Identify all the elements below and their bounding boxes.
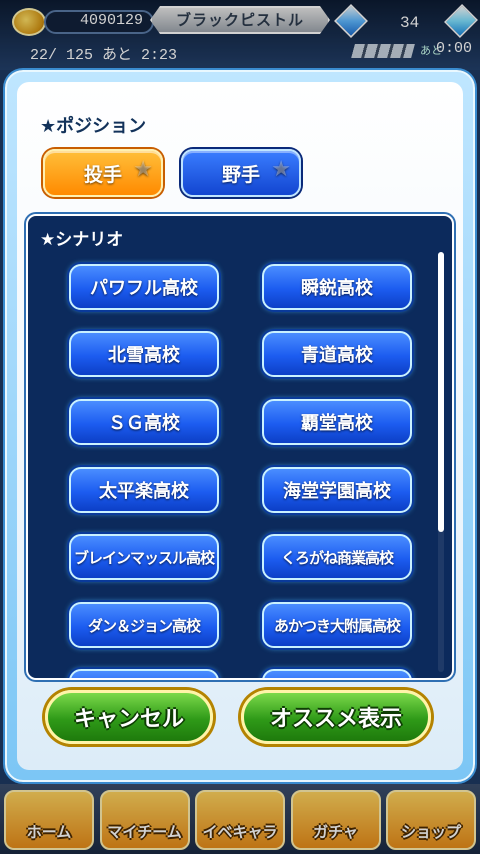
school-button[interactable]: 太平楽高校 bbox=[69, 467, 219, 513]
school-button-partial[interactable] bbox=[262, 669, 412, 678]
position-fielder-label: 野手 bbox=[221, 163, 260, 186]
school-button[interactable]: あかつき大附属高校 bbox=[262, 602, 412, 648]
school-button[interactable]: ダン＆ジョン高校 bbox=[69, 602, 219, 648]
star-icon: ★ bbox=[133, 157, 153, 182]
position-fielder-button[interactable]: 野手 ★ bbox=[181, 149, 301, 197]
position-pitcher-label: 投手 bbox=[83, 163, 122, 186]
school-button-partial[interactable] bbox=[69, 669, 219, 678]
scrollbar-thumb[interactable] bbox=[438, 252, 444, 532]
school-button[interactable]: ＳＧ高校 bbox=[69, 399, 219, 445]
star-icon: ★ bbox=[271, 157, 291, 182]
scenario-panel: ★シナリオ パワフル高校 瞬鋭高校 北雪高校 青道高校 ＳＧ高校 覇堂高校 太平… bbox=[26, 214, 454, 680]
position-section-title: ★ポジション bbox=[40, 116, 147, 137]
school-button[interactable]: 海堂学園高校 bbox=[262, 467, 412, 513]
school-button[interactable]: ブレインマッスル高校 bbox=[69, 534, 219, 580]
school-button[interactable]: くろがね商業高校 bbox=[262, 534, 412, 580]
school-button[interactable]: パワフル高校 bbox=[69, 264, 219, 310]
show-recommended-button[interactable]: オススメ表示 bbox=[241, 690, 431, 744]
position-pitcher-button[interactable]: 投手 ★ bbox=[43, 149, 163, 197]
cancel-button[interactable]: キャンセル bbox=[45, 690, 213, 744]
school-list: パワフル高校 瞬鋭高校 北雪高校 青道高校 ＳＧ高校 覇堂高校 太平楽高校 海堂… bbox=[28, 216, 452, 678]
school-button[interactable]: 青道高校 bbox=[262, 331, 412, 377]
school-button[interactable]: 覇堂高校 bbox=[262, 399, 412, 445]
school-button[interactable]: 瞬鋭高校 bbox=[262, 264, 412, 310]
school-button[interactable]: 北雪高校 bbox=[69, 331, 219, 377]
